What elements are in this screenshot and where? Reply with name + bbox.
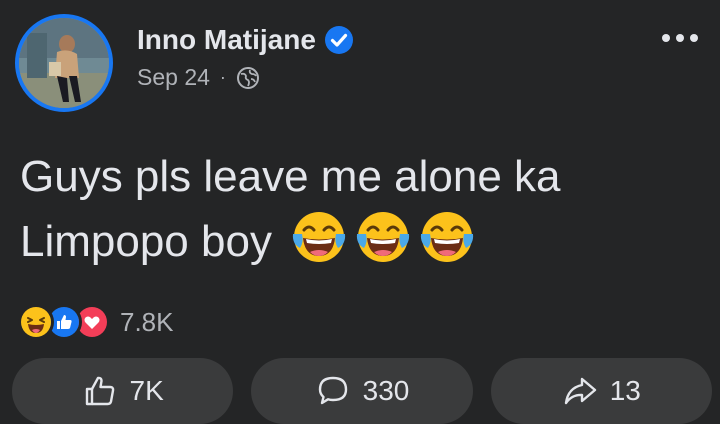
like-count: 7K	[129, 375, 164, 406]
emoji-group	[290, 208, 476, 266]
share-count: 13	[609, 375, 641, 406]
verified-badge-icon	[324, 25, 354, 55]
comment-button[interactable]: 330	[251, 358, 473, 424]
post-header: Inno Matijane	[137, 24, 354, 56]
post-text-line2: Limpopo boy	[20, 217, 272, 266]
share-button[interactable]: 13	[490, 358, 712, 424]
post-text-line2-container: Limpopo boy	[20, 208, 700, 273]
like-button[interactable]: 7K	[12, 358, 234, 424]
comment-count: 330	[362, 375, 410, 406]
thumbs-up-icon	[82, 373, 118, 409]
reactions-summary[interactable]: 7.8K	[18, 304, 174, 340]
comment-bubble-icon	[315, 373, 351, 409]
haha-reaction-icon	[18, 304, 54, 340]
author-name[interactable]: Inno Matijane	[137, 24, 316, 56]
reaction-count: 7.8K	[120, 306, 174, 337]
tears-of-joy-emoji	[293, 212, 346, 262]
meta-separator: ·	[219, 67, 226, 87]
post-card: Inno Matijane Sep 24 · Guys pls leave me…	[0, 0, 720, 424]
globe-icon	[236, 66, 260, 90]
action-bar: 7K 330 13	[12, 358, 712, 424]
avatar[interactable]	[15, 14, 113, 112]
post-meta: Sep 24 ·	[137, 64, 260, 91]
more-options-icon[interactable]	[662, 34, 698, 42]
avatar-photo	[19, 18, 109, 108]
post-body: Guys pls leave me alone ka Limpopo boy	[20, 146, 700, 273]
tears-of-joy-emoji	[357, 212, 410, 262]
tears-of-joy-emoji	[421, 212, 474, 262]
share-arrow-icon	[562, 373, 598, 409]
post-text-line1: Guys pls leave me alone ka	[20, 152, 561, 201]
post-date[interactable]: Sep 24	[137, 64, 210, 91]
